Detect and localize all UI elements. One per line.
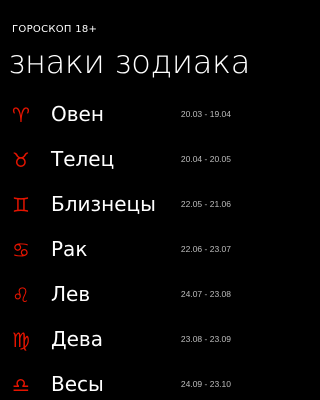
list-item-virgo[interactable]: ♍ Дева 23.08 - 23.09 bbox=[0, 317, 240, 362]
virgo-icon: ♍ bbox=[12, 328, 30, 352]
sign-name: Лев bbox=[51, 282, 91, 306]
libra-icon: ♎ bbox=[12, 373, 30, 397]
sign-name: Дева bbox=[51, 327, 103, 351]
sign-name: Близнецы bbox=[51, 192, 156, 216]
taurus-icon: ♉ bbox=[12, 148, 30, 172]
cancer-icon: ♋ bbox=[12, 238, 30, 262]
sign-dates: 23.08 - 23.09 bbox=[180, 334, 231, 344]
sign-dates: 24.07 - 23.08 bbox=[180, 289, 231, 299]
sign-dates: 24.09 - 23.10 bbox=[180, 379, 231, 389]
sign-name: Рак bbox=[51, 237, 88, 261]
sign-dates: 22.06 - 23.07 bbox=[180, 244, 231, 254]
list-item-gemini[interactable]: ♊ Близнецы 22.05 - 21.06 bbox=[0, 182, 240, 227]
list-item-aries[interactable]: ♈ Овен 20.03 - 19.04 bbox=[0, 92, 240, 137]
zodiac-sign-list: ♈ Овен 20.03 - 19.04 ♉ Телец 20.04 - 20.… bbox=[0, 92, 240, 400]
sign-name: Овен bbox=[51, 102, 104, 126]
list-item-libra[interactable]: ♎ Весы 24.09 - 23.10 bbox=[0, 362, 240, 400]
sign-name: Телец bbox=[51, 147, 115, 171]
list-item-leo[interactable]: ♌ Лев 24.07 - 23.08 bbox=[0, 272, 240, 317]
aries-icon: ♈ bbox=[12, 103, 30, 127]
leo-icon: ♌ bbox=[12, 283, 30, 307]
gemini-icon: ♊ bbox=[12, 193, 30, 217]
sign-dates: 20.04 - 20.05 bbox=[180, 154, 231, 164]
list-item-cancer[interactable]: ♋ Рак 22.06 - 23.07 bbox=[0, 227, 240, 272]
app-title: ГОРОСКОП 18+ bbox=[12, 24, 98, 35]
sign-name: Весы bbox=[51, 372, 104, 396]
list-item-taurus[interactable]: ♉ Телец 20.04 - 20.05 bbox=[0, 137, 240, 182]
page-title: знаки зодиака bbox=[8, 43, 251, 81]
sign-dates: 22.05 - 21.06 bbox=[180, 199, 231, 209]
sign-dates: 20.03 - 19.04 bbox=[180, 109, 231, 119]
